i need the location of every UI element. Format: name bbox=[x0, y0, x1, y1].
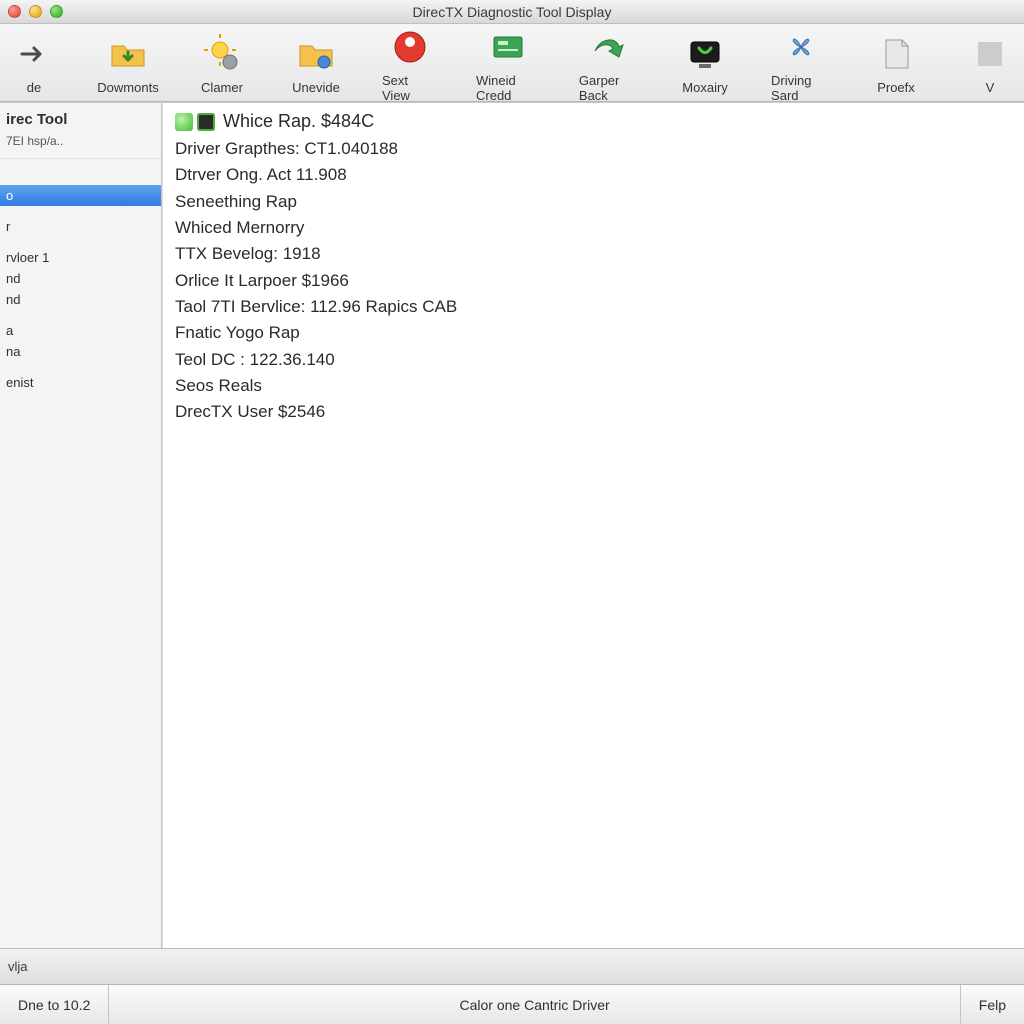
content-pane: Whice Rap. $484C Driver Grapthes: CT1.04… bbox=[162, 103, 1024, 948]
toolbar-label: Sext View bbox=[382, 73, 438, 103]
sidebar-item[interactable]: nd bbox=[0, 289, 161, 310]
sidebar-spacer bbox=[0, 165, 161, 175]
toolbar-garperback-button[interactable]: Garper Back bbox=[579, 25, 639, 103]
green-card-icon bbox=[486, 25, 530, 69]
toolbar-de-button[interactable]: de bbox=[6, 32, 62, 95]
content-line: Orlice It Larpoer $1966 bbox=[175, 268, 1012, 294]
toolbar-label: Garper Back bbox=[579, 73, 639, 103]
zoom-icon[interactable] bbox=[50, 5, 63, 18]
app-window: DirecTX Diagnostic Tool Display de Dowmon… bbox=[0, 0, 1024, 1024]
bottom-bar: Dne to 10.2 Calor one Cantric Driver Fel… bbox=[0, 984, 1024, 1024]
content-header: Whice Rap. $484C bbox=[175, 111, 1012, 132]
sidebar-spacer bbox=[0, 206, 161, 216]
toolbar-clamer-button[interactable]: Clamer bbox=[194, 32, 250, 95]
fan-blue-icon bbox=[779, 25, 823, 69]
sidebar-spacer bbox=[0, 310, 161, 320]
toolbar-proefx-button[interactable]: Proefx bbox=[868, 32, 924, 95]
sidebar-list: orrvloer 1ndndanaenist bbox=[0, 159, 161, 948]
sidebar-item[interactable]: nd bbox=[0, 268, 161, 289]
cut-icon bbox=[968, 32, 1012, 76]
sidebar-item[interactable]: r bbox=[0, 216, 161, 237]
sidebar-item[interactable]: enist bbox=[0, 372, 161, 393]
page-gray-icon bbox=[874, 32, 918, 76]
toolbar-unevide-button[interactable]: Unevide bbox=[288, 32, 344, 95]
content-line: Dtrver Ong. Act 11.908 bbox=[175, 162, 1012, 188]
sidebar-spacer bbox=[0, 237, 161, 247]
content-line: TTX Bevelog: 1918 bbox=[175, 241, 1012, 267]
toolbar: de Dowmonts Clamer Unevide Sext View Wineid C… bbox=[0, 24, 1024, 102]
toolbar-wineidcredd-button[interactable]: Wineid Credd bbox=[476, 25, 541, 103]
content-header-icons bbox=[175, 113, 215, 131]
bottom-left-button[interactable]: Dne to 10.2 bbox=[0, 985, 109, 1024]
content-line: DrecTX User $2546 bbox=[175, 399, 1012, 425]
folder-gear-icon bbox=[294, 32, 338, 76]
sidebar-spacer bbox=[0, 362, 161, 372]
sidebar-item[interactable]: o bbox=[0, 185, 161, 206]
toolbar-label: Driving Sard bbox=[771, 73, 830, 103]
toolbar-label: Dowmonts bbox=[97, 80, 158, 95]
toolbar-label: de bbox=[27, 80, 41, 95]
minimize-icon[interactable] bbox=[29, 5, 42, 18]
toolbar-label: Moxairy bbox=[682, 80, 728, 95]
bottom-center-button[interactable]: Calor one Cantric Driver bbox=[109, 985, 959, 1024]
bottom-right-label: Felp bbox=[979, 997, 1006, 1013]
toolbar-v-button[interactable]: V bbox=[962, 32, 1018, 95]
titlebar: DirecTX Diagnostic Tool Display bbox=[0, 0, 1024, 24]
status-left: vlja bbox=[8, 959, 28, 974]
red-pin-icon bbox=[388, 25, 432, 69]
content-title: Whice Rap. $484C bbox=[223, 111, 374, 132]
display-green-icon bbox=[683, 32, 727, 76]
sidebar-spacer bbox=[0, 175, 161, 185]
close-icon[interactable] bbox=[8, 5, 21, 18]
content-lines: Driver Grapthes: CT1.040188Dtrver Ong. A… bbox=[175, 136, 1012, 426]
sun-gear-icon bbox=[200, 32, 244, 76]
status-ok-icon bbox=[175, 113, 193, 131]
toolbar-dowmonts-button[interactable]: Dowmonts bbox=[100, 32, 156, 95]
toolbar-moxairy-button[interactable]: Moxairy bbox=[677, 32, 733, 95]
toolbar-drivingsard-button[interactable]: Driving Sard bbox=[771, 25, 830, 103]
content-line: Whiced Mernorry bbox=[175, 215, 1012, 241]
bottom-left-label: Dne to 10.2 bbox=[18, 997, 90, 1013]
sidebar-item[interactable]: na bbox=[0, 341, 161, 362]
sidebar-title: irec Tool bbox=[0, 103, 161, 132]
arrow-right-icon bbox=[12, 32, 56, 76]
status-strip: vlja bbox=[0, 948, 1024, 984]
toolbar-sextview-button[interactable]: Sext View bbox=[382, 25, 438, 103]
sidebar: irec Tool 7EI hsp/a.. orrvloer 1ndndanae… bbox=[0, 103, 162, 948]
bottom-right-button[interactable]: Felp bbox=[960, 985, 1024, 1024]
toolbar-label: Wineid Credd bbox=[476, 73, 541, 103]
green-arrow-icon bbox=[587, 25, 631, 69]
toolbar-label: Proefx bbox=[877, 80, 915, 95]
content-line: Taol 7TI Bervlice: 112.96 Rapics CAB bbox=[175, 294, 1012, 320]
toolbar-label: Clamer bbox=[201, 80, 243, 95]
content-line: Fnatic Yogo Rap bbox=[175, 320, 1012, 346]
content-line: Teol DC : 122.36.140 bbox=[175, 347, 1012, 373]
content-line: Seos Reals bbox=[175, 373, 1012, 399]
toolbar-label: Unevide bbox=[292, 80, 340, 95]
sidebar-item[interactable]: rvloer 1 bbox=[0, 247, 161, 268]
toolbar-label: V bbox=[986, 80, 995, 95]
sidebar-item[interactable]: a bbox=[0, 320, 161, 341]
window-title: DirecTX Diagnostic Tool Display bbox=[0, 4, 1024, 20]
sidebar-subtitle: 7EI hsp/a.. bbox=[0, 132, 161, 159]
content-line: Seneething Rap bbox=[175, 189, 1012, 215]
body: irec Tool 7EI hsp/a.. orrvloer 1ndndanae… bbox=[0, 102, 1024, 948]
folder-down-icon bbox=[106, 32, 150, 76]
chip-icon bbox=[197, 113, 215, 131]
content-line: Driver Grapthes: CT1.040188 bbox=[175, 136, 1012, 162]
window-controls bbox=[8, 5, 63, 18]
bottom-center-label: Calor one Cantric Driver bbox=[459, 997, 609, 1013]
